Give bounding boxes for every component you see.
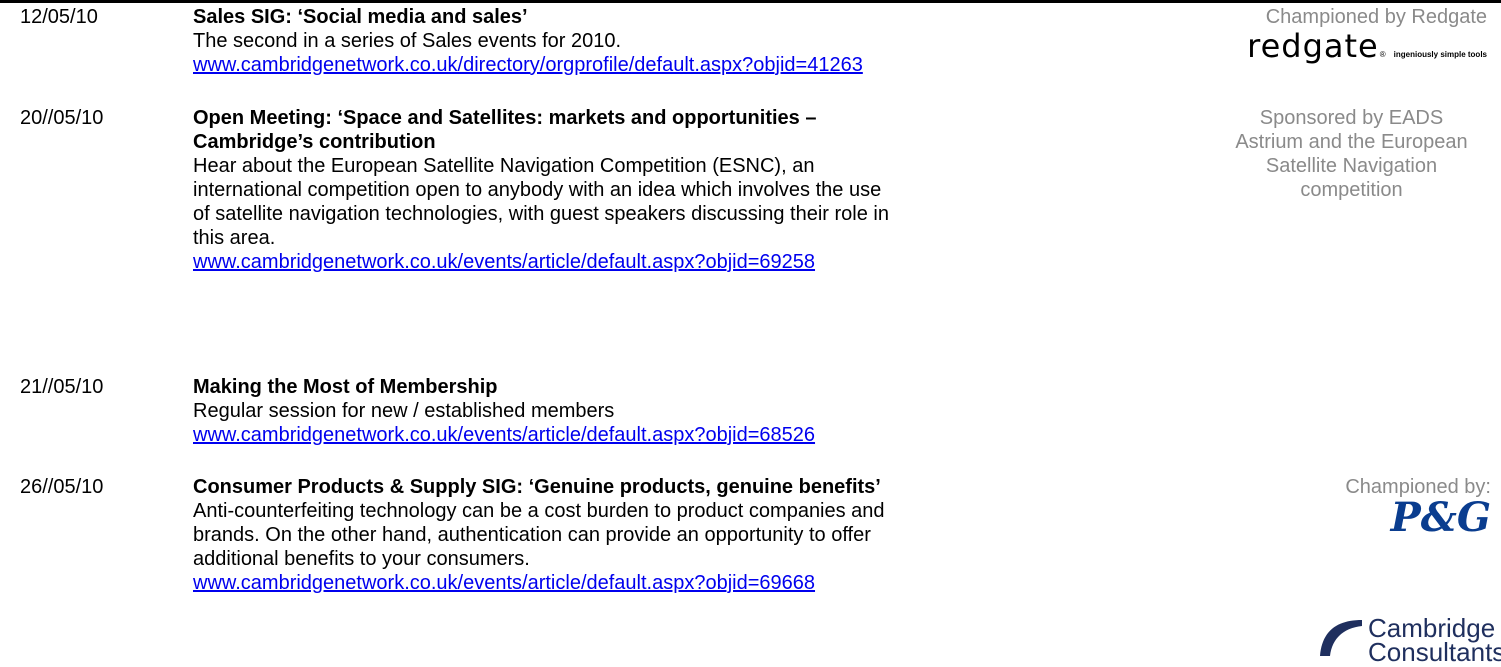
event-date: 21//05/10 (20, 376, 104, 398)
top-rule (0, 0, 1501, 3)
cambridge-consultants-logo: Cambridge Consultants (1316, 614, 1501, 665)
sponsor-text-line: Satellite Navigation (1265, 155, 1438, 177)
sponsor-text-line: Sponsored by EADS (1259, 107, 1444, 129)
event-description-line: international competition open to anybod… (193, 179, 882, 201)
event-link[interactable]: www.cambridgenetwork.co.uk/events/articl… (193, 571, 1173, 595)
redgate-logo-word: redgate (1247, 27, 1379, 65)
pg-logo: P&G (1390, 494, 1491, 541)
event-title: Consumer Products & Supply SIG: ‘Genuine… (193, 476, 881, 498)
event-link[interactable]: www.cambridgenetwork.co.uk/events/articl… (193, 423, 1073, 447)
event-description-line: this area. (193, 227, 276, 249)
event-link[interactable]: www.cambridgenetwork.co.uk/directory/org… (193, 53, 1073, 77)
event-body: Sales SIG: ‘Social media and sales’ The … (193, 5, 1073, 77)
event-description-line: of satellite navigation technologies, wi… (193, 203, 889, 225)
redgate-logo: redgate ® ingeniously simple tools (1247, 27, 1487, 67)
event-date: 20//05/10 (20, 107, 104, 129)
event-title: Making the Most of Membership (193, 376, 498, 398)
event-body: Consumer Products & Supply SIG: ‘Genuine… (193, 475, 1173, 595)
event-link[interactable]: www.cambridgenetwork.co.uk/events/articl… (193, 250, 1073, 274)
event-description-line: additional benefits to your consumers. (193, 548, 530, 570)
event-date: 26//05/10 (20, 476, 104, 498)
event-description-line: brands. On the other hand, authenticatio… (193, 524, 871, 546)
registered-mark-icon: ® (1379, 50, 1386, 59)
event-description-line: Hear about the European Satellite Naviga… (193, 155, 815, 177)
event-body: Open Meeting: ‘Space and Satellites: mar… (193, 106, 1073, 274)
logo-word-line-2: Consultants (1368, 637, 1501, 667)
event-description: The second in a series of Sales events f… (193, 30, 622, 52)
event-title-line-2: Cambridge’s contribution (193, 131, 436, 153)
cambridge-consultants-wordmark: Cambridge Consultants (1368, 615, 1501, 667)
event-title-line-1: Open Meeting: ‘Space and Satellites: mar… (193, 107, 817, 129)
redgate-logo-tagline: ingeniously simple tools (1393, 50, 1487, 59)
sponsor-text-line: competition (1300, 179, 1403, 201)
sponsor-block: Championed by Redgate redgate ® ingenious… (1247, 5, 1487, 67)
sponsor-block: Championed by: P&G (1345, 475, 1491, 541)
event-title: Sales SIG: ‘Social media and sales’ (193, 6, 528, 28)
swoosh-icon (1320, 620, 1362, 656)
event-description: Regular session for new / established me… (193, 400, 615, 422)
sponsor-block: Sponsored by EADS Astrium and the Europe… (1214, 106, 1489, 202)
event-body: Making the Most of Membership Regular se… (193, 375, 1073, 447)
sponsor-text: Championed by Redgate (1265, 6, 1487, 28)
event-description-line: Anti-counterfeiting technology can be a … (193, 500, 885, 522)
sponsor-text-line: Astrium and the European (1235, 131, 1468, 153)
event-date: 12/05/10 (20, 6, 98, 28)
